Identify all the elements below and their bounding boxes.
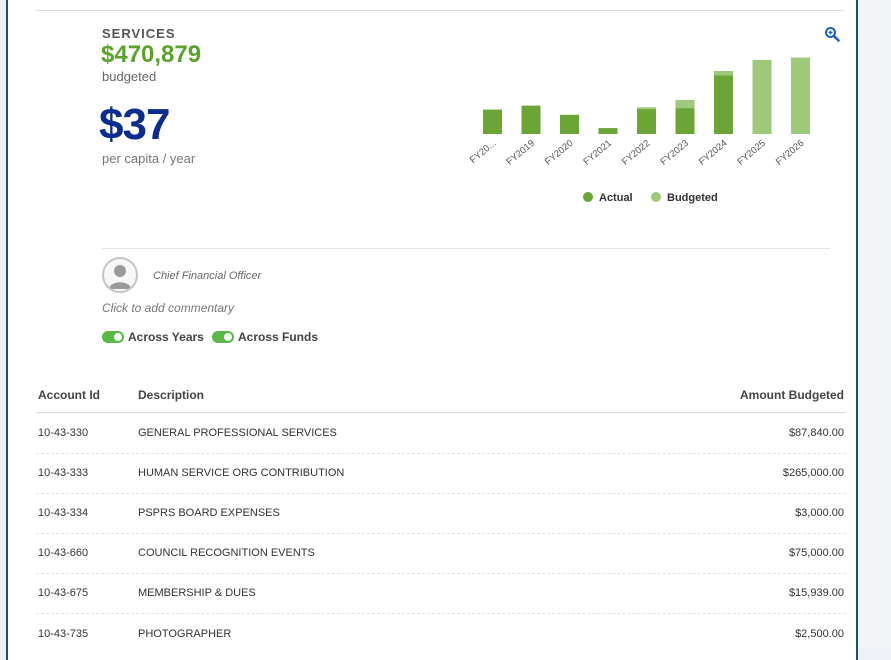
per-capita-amount: $37: [99, 100, 170, 149]
bar-actual: [560, 114, 579, 134]
toggle-label: Across Funds: [238, 330, 319, 344]
toggle-switch-icon[interactable]: [212, 331, 234, 343]
bar-actual: [637, 109, 656, 134]
description-cell: PHOTOGRAPHER: [138, 628, 232, 640]
x-tick-label: FY2020: [543, 138, 576, 168]
bar-actual: [598, 128, 618, 134]
column-header-account-id[interactable]: Account Id: [38, 388, 100, 402]
account-id-cell: 10-43-735: [38, 628, 89, 640]
x-tick-label: FY2026: [774, 138, 807, 168]
description-cell: COUNCIL RECOGNITION EVENTS: [138, 547, 315, 559]
column-header-amount[interactable]: Amount Budgeted: [740, 388, 844, 402]
top-divider: [36, 10, 844, 11]
account-id-cell: 10-43-675: [38, 587, 89, 599]
bar-budgeted: [752, 59, 772, 134]
table-row[interactable]: 10-43-660 COUNCIL RECOGNITION EVENTS $75…: [36, 533, 846, 573]
account-id-cell: 10-43-660: [38, 547, 89, 559]
budgeted-label: budgeted: [102, 69, 157, 84]
legend-marker: [583, 192, 593, 202]
toggle-across-years[interactable]: Across Years: [102, 330, 204, 344]
x-tick-label: FY2024: [697, 138, 730, 168]
section-divider: [102, 248, 830, 249]
page-margin: [858, 0, 891, 649]
x-tick-label: FY20...: [468, 138, 499, 166]
commentary-author: Chief Financial Officer: [153, 270, 262, 282]
x-tick-label: FY2021: [581, 138, 614, 168]
table-row[interactable]: 10-43-735 PHOTOGRAPHER $2,500.00: [36, 614, 846, 654]
x-tick-label: FY2025: [735, 138, 768, 168]
budgeted-amount: $470,879: [101, 41, 202, 68]
category-label: SERVICES: [102, 26, 176, 41]
user-avatar-icon: [102, 257, 138, 293]
table-row[interactable]: 10-43-675 MEMBERSHIP & DUES $15,939.00: [36, 573, 846, 613]
account-id-cell: 10-43-333: [38, 467, 89, 479]
amount-cell: $75,000.00: [788, 547, 844, 559]
bar-actual: [714, 75, 733, 134]
bar-actual: [521, 105, 541, 134]
legend-marker: [651, 192, 661, 202]
bar-budgeted: [791, 57, 810, 134]
table-row[interactable]: 10-43-330 GENERAL PROFESSIONAL SERVICES …: [36, 413, 846, 453]
account-id-cell: 10-43-330: [38, 427, 89, 439]
per-capita-label: per capita / year: [102, 151, 196, 166]
table-row[interactable]: 10-43-333 HUMAN SERVICE ORG CONTRIBUTION…: [36, 453, 846, 493]
description-cell: PSPRS BOARD EXPENSES: [138, 507, 280, 519]
bar-actual: [483, 109, 502, 134]
description-cell: MEMBERSHIP & DUES: [138, 587, 256, 599]
legend-label: Budgeted: [667, 192, 718, 204]
description-cell: GENERAL PROFESSIONAL SERVICES: [138, 427, 337, 439]
x-tick-label: FY2022: [620, 138, 653, 168]
bar-actual: [675, 108, 695, 134]
x-tick-label: FY2019: [504, 138, 537, 168]
account-id-cell: 10-43-334: [38, 507, 89, 519]
amount-cell: $2,500.00: [795, 628, 844, 640]
amount-cell: $3,000.00: [795, 507, 844, 519]
add-commentary-link[interactable]: Click to add commentary: [102, 301, 234, 315]
toggle-across-funds[interactable]: Across Funds: [212, 330, 318, 344]
description-cell: HUMAN SERVICE ORG CONTRIBUTION: [138, 467, 345, 479]
column-header-description[interactable]: Description: [138, 388, 204, 402]
amount-cell: $15,939.00: [788, 587, 844, 599]
table-row[interactable]: 10-43-334 PSPRS BOARD EXPENSES $3,000.00: [36, 493, 846, 533]
x-tick-label: FY2023: [658, 138, 691, 168]
budget-history-chart: FY20... FY2019 FY2020 FY2021 FY2022 FY2023 FY2…: [468, 57, 810, 204]
toggle-switch-icon[interactable]: [102, 331, 124, 343]
amount-cell: $87,840.00: [788, 427, 844, 439]
amount-cell: $265,000.00: [782, 467, 844, 479]
toggle-label: Across Years: [128, 330, 204, 344]
legend-label: Actual: [599, 192, 633, 204]
